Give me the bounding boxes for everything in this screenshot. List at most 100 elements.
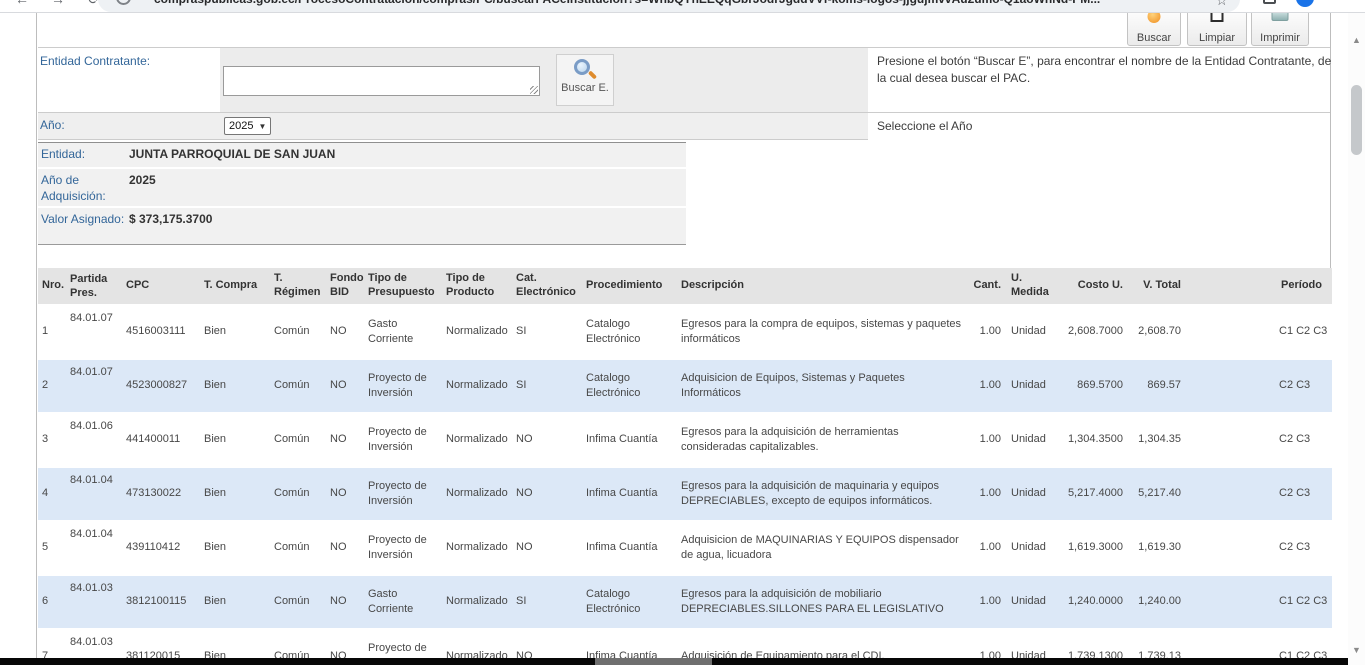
back-icon[interactable]: ← [10, 0, 34, 11]
column-header-11: Cant. [967, 268, 1007, 305]
cell-t_compra: Bien [200, 467, 270, 521]
column-header-0: Nro. [38, 268, 66, 305]
cell-tipo_producto: Normalizado [442, 305, 512, 359]
entity-info-row: Entidad: JUNTA PARROQUIAL DE SAN JUAN [38, 143, 686, 169]
horizontal-scrollbar-thumb[interactable] [595, 658, 712, 665]
cell-v_total: 1,304.35 [1129, 413, 1187, 467]
vertical-scrollbar[interactable]: ▲ ▼ [1348, 13, 1365, 665]
cell-u_medida: Unidad [1007, 413, 1055, 467]
textarea-resize-grip[interactable] [530, 86, 538, 94]
cell-periodo: C1 C2 C3 [1187, 305, 1332, 359]
cell-cant: 1.00 [967, 413, 1007, 467]
cell-costo_u: 1,240.0000 [1055, 575, 1129, 629]
cell-partida: 84.01.07 [66, 305, 122, 359]
cell-u_medida: Unidad [1007, 575, 1055, 629]
url-text: compraspublicas.gob.ec/ProcesoContrataci… [154, 0, 1174, 12]
entidad-info-label: Entidad: [38, 143, 128, 167]
cell-periodo: C2 C3 [1187, 413, 1332, 467]
cell-cat_electronico: SI [512, 575, 582, 629]
table-row: 284.01.074523000827BienComúnNOProyecto d… [38, 359, 1332, 413]
column-header-6: Tipo de Presupuesto [364, 268, 442, 305]
column-header-1: Partida Pres. [66, 268, 122, 305]
anio-select[interactable]: 2025 ▼ [224, 117, 271, 135]
cell-v_total: 869.57 [1129, 359, 1187, 413]
cell-fondo_bid: NO [326, 521, 364, 575]
cell-v_total: 5,217.40 [1129, 467, 1187, 521]
cell-u_medida: Unidad [1007, 467, 1055, 521]
cell-cpc: 439110412 [122, 521, 200, 575]
table-row: 584.01.04439110412BienComúnNOProyecto de… [38, 521, 1332, 575]
pac-table: Nro.Partida Pres.CPCT. CompraT. RégimenF… [38, 268, 1332, 665]
browser-window-icon[interactable] [1263, 0, 1276, 4]
column-header-5: Fondo BID [326, 268, 364, 305]
table-row: 384.01.06441400011BienComúnNOProyecto de… [38, 413, 1332, 467]
anio-selected-value: 2025 [229, 120, 253, 132]
vertical-scrollbar-thumb[interactable] [1351, 85, 1362, 155]
cell-tipo_presupuesto: Proyecto de Inversión [364, 359, 442, 413]
cell-t_regimen: Común [270, 467, 326, 521]
cell-partida: 84.01.04 [66, 521, 122, 575]
forward-icon[interactable]: → [46, 0, 70, 11]
cell-v_total: 2,608.70 [1129, 305, 1187, 359]
imprimir-button-label: Imprimir [1260, 32, 1300, 44]
scroll-down-icon[interactable]: ▼ [1348, 645, 1365, 655]
chevron-down-icon: ▼ [258, 122, 266, 131]
cell-cant: 1.00 [967, 575, 1007, 629]
anio-row-panel [38, 113, 868, 139]
cell-cat_electronico: NO [512, 467, 582, 521]
cell-v_total: 1,619.30 [1129, 521, 1187, 575]
cell-nro: 2 [38, 359, 66, 413]
browser-menu-icon[interactable]: ⋮ [1348, 0, 1359, 1]
bookmark-star-icon[interactable]: ☆ [1215, 0, 1228, 12]
magnifier-icon [574, 59, 596, 81]
site-info-icon[interactable] [116, 0, 131, 5]
cell-nro: 1 [38, 305, 66, 359]
content-left-border [36, 13, 37, 658]
cell-procedimiento: Catalogo Electrónico [582, 359, 677, 413]
scroll-up-icon[interactable]: ▲ [1348, 35, 1365, 45]
profile-avatar[interactable] [1296, 0, 1314, 7]
cell-costo_u: 869.5700 [1055, 359, 1129, 413]
entity-info-row: Valor Asignado: $ 373,175.3700 [38, 208, 686, 244]
cell-descripcion: Egresos para la adquisición de herramien… [677, 413, 967, 467]
buscar-e-button[interactable]: Buscar E. [556, 54, 614, 106]
column-header-12: U. Medida [1007, 268, 1055, 305]
table-row: 484.01.04473130022BienComúnNOProyecto de… [38, 467, 1332, 521]
address-bar[interactable]: compraspublicas.gob.ec/ProcesoContrataci… [98, 0, 1240, 12]
browser-toolbar: ← → ⟳ compraspublicas.gob.ec/ProcesoCont… [0, 0, 1365, 13]
cell-costo_u: 1,619.3000 [1055, 521, 1129, 575]
table-row: 684.01.033812100115BienComúnNOGasto Corr… [38, 575, 1332, 629]
cell-t_compra: Bien [200, 413, 270, 467]
cell-fondo_bid: NO [326, 305, 364, 359]
divider [38, 139, 868, 140]
horizontal-scrollbar[interactable] [0, 658, 1348, 665]
entidad-contratante-input[interactable] [223, 66, 540, 96]
cell-cpc: 473130022 [122, 467, 200, 521]
cell-cant: 1.00 [967, 305, 1007, 359]
anio-adquisicion-value: 2025 [128, 169, 686, 206]
cell-cpc: 441400011 [122, 413, 200, 467]
valor-asignado-value: $ 373,175.3700 [128, 208, 686, 244]
cell-partida: 84.01.03 [66, 575, 122, 629]
cell-u_medida: Unidad [1007, 521, 1055, 575]
cell-procedimiento: Infima Cuantía [582, 413, 677, 467]
cell-t_regimen: Común [270, 575, 326, 629]
cell-v_total: 1,240.00 [1129, 575, 1187, 629]
limpiar-button-label: Limpiar [1199, 32, 1235, 44]
divider [38, 112, 1330, 113]
cell-descripcion: Adquisicion de MAQUINARIAS Y EQUIPOS dis… [677, 521, 967, 575]
entity-info-row: Año de Adquisición: 2025 [38, 169, 686, 208]
cell-tipo_presupuesto: Proyecto de Inversión [364, 521, 442, 575]
anio-adquisicion-label: Año de Adquisición: [38, 169, 128, 206]
column-header-7: Tipo de Producto [442, 268, 512, 305]
buscar-e-label: Buscar E. [561, 82, 609, 94]
divider [38, 47, 1330, 48]
entidad-info-value: JUNTA PARROQUIAL DE SAN JUAN [128, 143, 686, 167]
cell-cpc: 4516003111 [122, 305, 200, 359]
cell-cat_electronico: SI [512, 305, 582, 359]
cell-fondo_bid: NO [326, 575, 364, 629]
cell-cant: 1.00 [967, 521, 1007, 575]
cell-periodo: C2 C3 [1187, 467, 1332, 521]
cell-periodo: C1 C2 C3 [1187, 575, 1332, 629]
cell-costo_u: 2,608.7000 [1055, 305, 1129, 359]
